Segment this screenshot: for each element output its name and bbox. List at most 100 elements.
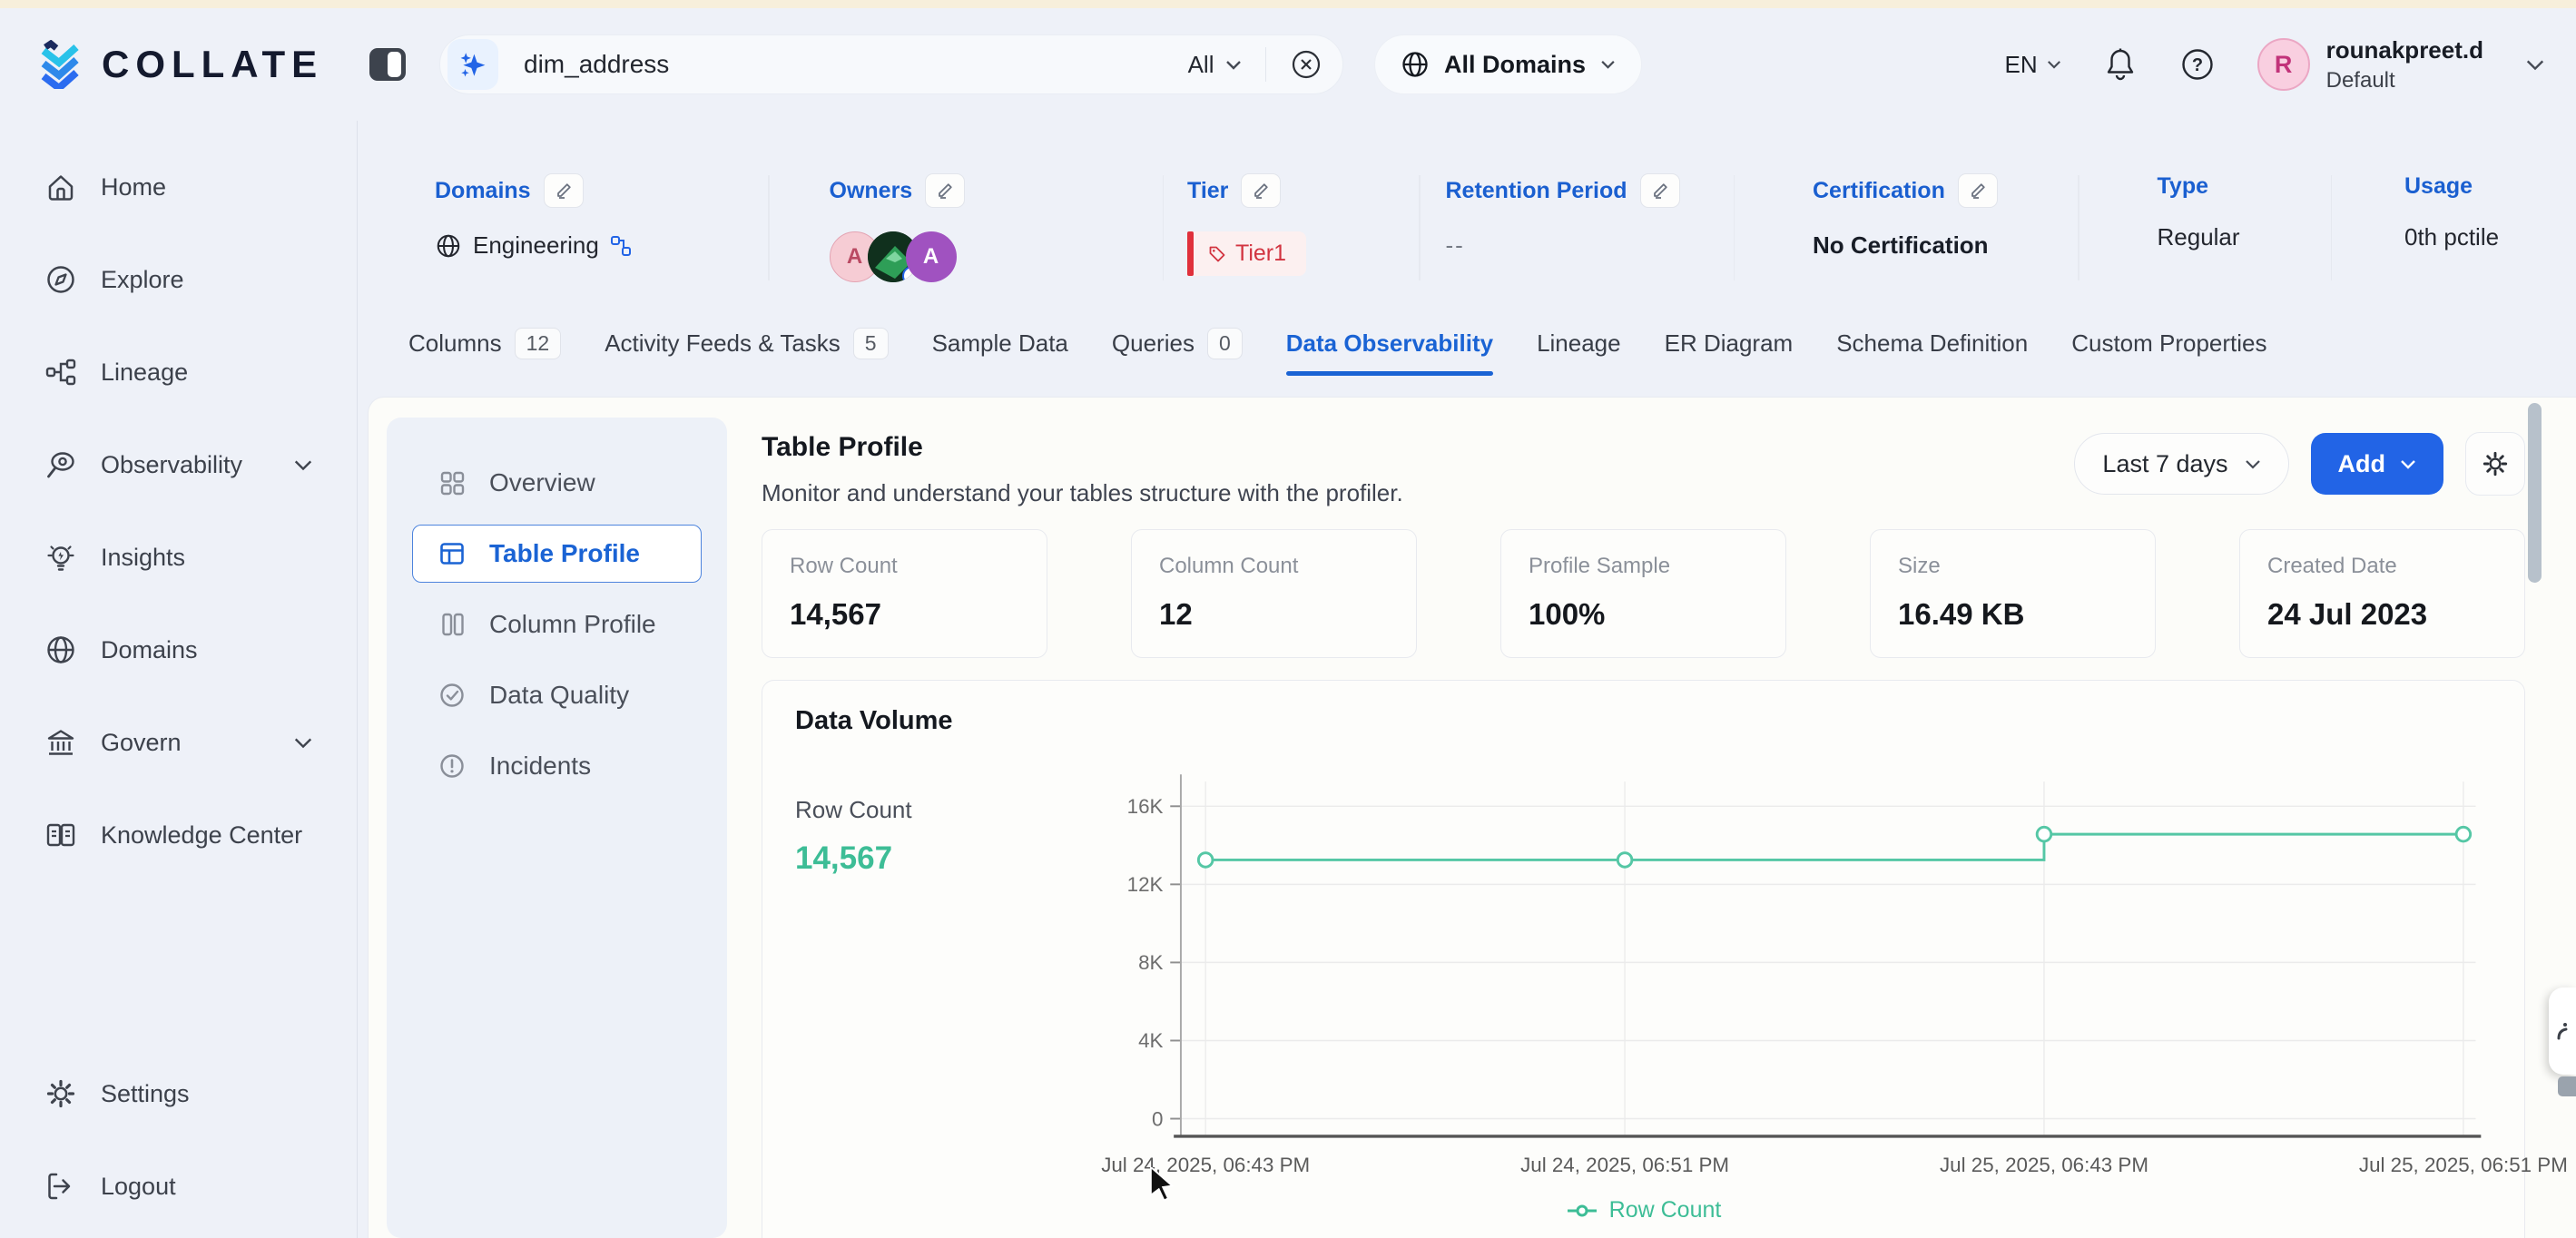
sidebar-item-lineage[interactable]: Lineage xyxy=(0,326,357,418)
tab-columns[interactable]: Columns12 xyxy=(408,328,561,378)
svg-text:Jul 25, 2025, 06:43 PM: Jul 25, 2025, 06:43 PM xyxy=(1940,1154,2148,1176)
tab-queries[interactable]: Queries0 xyxy=(1112,328,1243,378)
tab-schema-definition[interactable]: Schema Definition xyxy=(1836,329,2028,376)
edit-domains-button[interactable] xyxy=(544,173,584,208)
edit-certification-button[interactable] xyxy=(1958,173,1998,208)
tab-activity-feeds[interactable]: Activity Feeds & Tasks5 xyxy=(605,328,888,378)
pencil-icon xyxy=(1252,182,1270,200)
svg-text:Jul 24, 2025, 06:43 PM: Jul 24, 2025, 06:43 PM xyxy=(1101,1154,1310,1176)
user-menu-chevron-icon[interactable] xyxy=(2525,59,2545,71)
search-filter-dropdown[interactable]: All xyxy=(1188,51,1242,79)
tab-label: ER Diagram xyxy=(1665,329,1794,358)
tab-data-observability[interactable]: Data Observability xyxy=(1286,329,1493,376)
sidebar-item-settings[interactable]: Settings xyxy=(0,1047,357,1140)
tab-label: Queries xyxy=(1112,329,1195,358)
owner-avatar[interactable]: A xyxy=(906,231,957,282)
usage-value: 0th pctile xyxy=(2404,223,2499,251)
sidebar-item-insights[interactable]: Insights xyxy=(0,511,357,604)
observability-panel: Overview Table Profile Column Profile Da… xyxy=(368,397,2576,1238)
pencil-icon xyxy=(1651,182,1669,200)
global-search-bar[interactable]: dim_address All xyxy=(439,34,1343,94)
svg-text:16K: 16K xyxy=(1127,795,1164,818)
tier-tag[interactable]: Tier1 xyxy=(1187,231,1306,276)
sidebar-item-govern[interactable]: Govern xyxy=(0,696,357,789)
domains-value-row[interactable]: Engineering xyxy=(435,231,768,260)
stat-card-size: Size 16.49 KB xyxy=(1870,529,2156,658)
retention-period-label: Retention Period xyxy=(1446,178,1627,204)
data-volume-title: Data Volume xyxy=(795,706,2492,736)
owners-avatar-group[interactable]: A A xyxy=(830,231,957,282)
clear-search-icon[interactable] xyxy=(1290,48,1322,81)
insights-icon xyxy=(43,539,79,575)
pencil-icon xyxy=(936,182,954,200)
sidebar-item-logout[interactable]: Logout xyxy=(0,1140,357,1233)
chart-legend[interactable]: Row Count xyxy=(795,1197,2492,1223)
lineage-icon xyxy=(43,354,79,390)
domains-globe-icon xyxy=(43,632,79,668)
edit-retention-button[interactable] xyxy=(1640,173,1680,208)
sidebar-item-home[interactable]: Home xyxy=(0,141,357,233)
usage-label: Usage xyxy=(2404,173,2473,200)
date-range-dropdown[interactable]: Last 7 days xyxy=(2074,433,2288,495)
language-dropdown[interactable]: EN xyxy=(2005,51,2061,79)
subnav-incidents[interactable]: Incidents xyxy=(412,737,702,795)
vertical-scrollbar[interactable] xyxy=(2528,403,2542,583)
edit-tier-button[interactable] xyxy=(1241,173,1281,208)
help-icon[interactable]: ? xyxy=(2179,46,2216,83)
pencil-icon xyxy=(555,182,573,200)
sidebar-item-domains[interactable]: Domains xyxy=(0,604,357,696)
add-button[interactable]: Add xyxy=(2311,433,2443,495)
gear-icon xyxy=(2479,447,2512,480)
sidebar-item-label: Explore xyxy=(101,266,184,294)
collate-logo[interactable]: COLLATE xyxy=(36,40,359,89)
subnav-overview[interactable]: Overview xyxy=(412,454,702,512)
meta-certification: Certification No Certification xyxy=(1735,173,2078,260)
owners-label[interactable]: Owners xyxy=(830,178,913,204)
incidents-alert-icon xyxy=(437,751,467,781)
ai-sparkle-icon xyxy=(447,39,498,90)
sidebar-item-label: Settings xyxy=(101,1080,190,1108)
hierarchy-icon xyxy=(610,235,632,257)
tab-sample-data[interactable]: Sample Data xyxy=(932,329,1068,376)
subnav-column-profile[interactable]: Column Profile xyxy=(412,595,702,653)
subnav-label: Data Quality xyxy=(489,681,629,710)
brand-name: COLLATE xyxy=(102,43,323,86)
date-range-value: Last 7 days xyxy=(2102,450,2227,478)
page-title: Table Profile xyxy=(762,432,1403,463)
svg-text:?: ? xyxy=(2192,55,2203,75)
sidebar-item-explore[interactable]: Explore xyxy=(0,233,357,326)
chevron-down-icon xyxy=(2245,459,2261,469)
sidebar-item-observability[interactable]: Observability xyxy=(0,418,357,511)
meta-tier: Tier Tier1 xyxy=(1164,173,1419,276)
stat-value: 24 Jul 2023 xyxy=(2267,597,2497,632)
collate-logo-icon xyxy=(36,40,85,89)
subnav-table-profile[interactable]: Table Profile xyxy=(412,525,702,583)
search-input[interactable]: dim_address xyxy=(524,50,1188,79)
tier-label[interactable]: Tier xyxy=(1187,178,1228,204)
logout-icon xyxy=(43,1168,79,1204)
svg-text:Jul 24, 2025, 06:51 PM: Jul 24, 2025, 06:51 PM xyxy=(1520,1154,1729,1176)
data-volume-chart-area[interactable]: 04K8K12K16KJul 24, 2025, 06:43 PMJul 24,… xyxy=(1115,758,2492,1194)
domains-label[interactable]: Domains xyxy=(435,178,531,204)
tab-custom-properties[interactable]: Custom Properties xyxy=(2071,329,2266,376)
floating-help-widget[interactable] xyxy=(2549,987,2576,1075)
edit-owners-button[interactable] xyxy=(925,173,965,208)
language-value: EN xyxy=(2005,51,2038,79)
svg-text:12K: 12K xyxy=(1127,873,1164,896)
tab-er-diagram[interactable]: ER Diagram xyxy=(1665,329,1794,376)
sidebar-item-label: Home xyxy=(101,173,166,201)
profiler-settings-button[interactable] xyxy=(2465,432,2525,496)
notifications-bell-icon[interactable] xyxy=(2103,46,2138,83)
page-subtitle: Monitor and understand your tables struc… xyxy=(762,479,1403,507)
all-domains-dropdown[interactable]: All Domains xyxy=(1374,34,1642,94)
column-profile-icon xyxy=(437,609,467,640)
profile-stats: Row Count 14,567 Column Count 12 Profile… xyxy=(762,529,2525,658)
sidebar-item-knowledge-center[interactable]: Knowledge Center xyxy=(0,789,357,881)
sidebar-toggle-icon[interactable] xyxy=(369,47,407,82)
tab-lineage[interactable]: Lineage xyxy=(1537,329,1621,376)
subnav-data-quality[interactable]: Data Quality xyxy=(412,666,702,724)
left-sidebar: Home Explore Lineage Observability Insig… xyxy=(0,121,358,1238)
user-menu[interactable]: R rounakpreet.d Default xyxy=(2257,36,2483,93)
stat-value: 12 xyxy=(1159,597,1389,632)
meta-domains: Domains Engineering xyxy=(435,173,768,260)
